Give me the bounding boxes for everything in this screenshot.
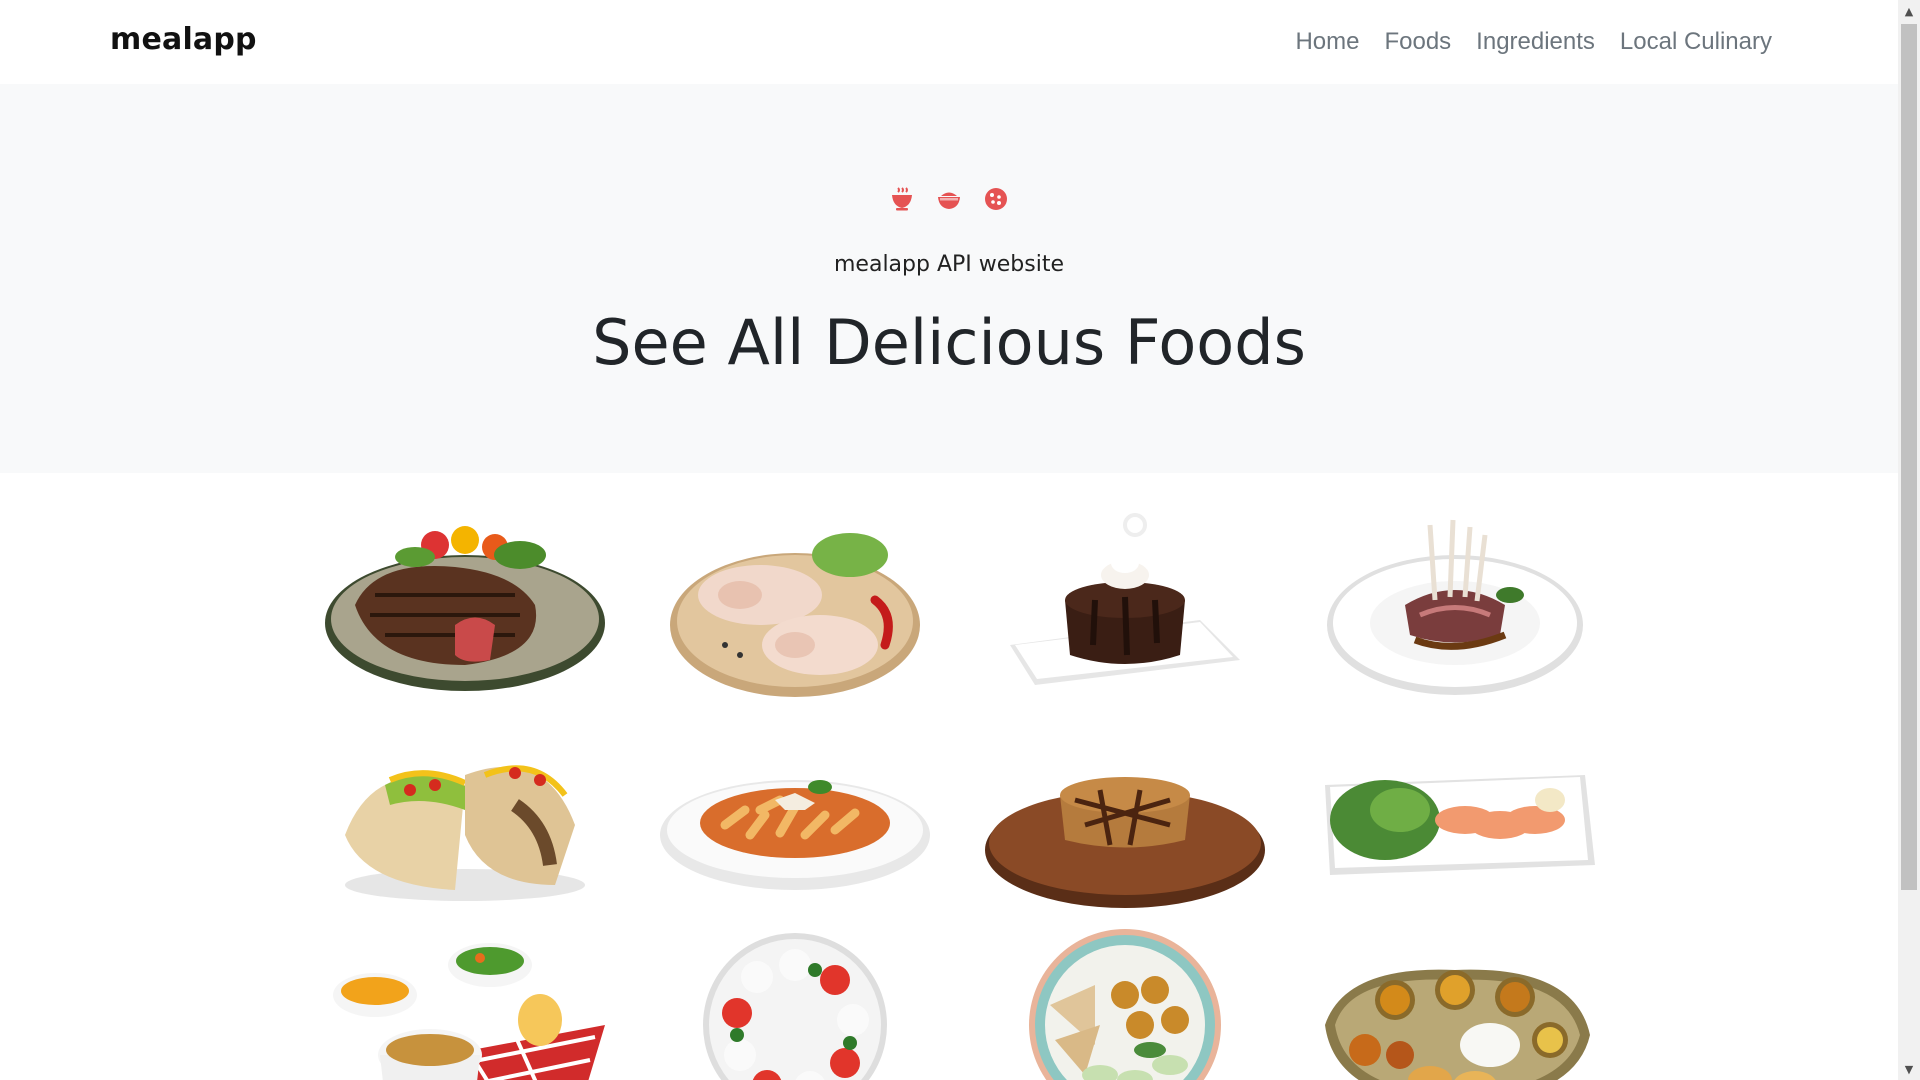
page: mealapp Home Foods Ingredients Local Cul… <box>0 0 1898 1080</box>
food-image <box>985 777 1265 908</box>
food-image <box>670 533 920 697</box>
food-card-chicken[interactable] <box>630 500 960 710</box>
food-image <box>1327 519 1583 695</box>
hero-section: mealapp API website See All Delicious Fo… <box>0 84 1898 473</box>
hero-subtitle: mealapp API website <box>834 252 1064 277</box>
nav-local-culinary[interactable]: Local Culinary <box>1620 28 1772 56</box>
food-card-tacos[interactable] <box>300 710 630 920</box>
food-card-steak[interactable] <box>300 500 630 710</box>
food-card-pita-bowl[interactable] <box>960 920 1290 1080</box>
cookie-icon <box>983 186 1009 212</box>
brand-logo[interactable]: mealapp <box>110 22 257 57</box>
scroll-up-arrow-icon[interactable]: ▲ <box>1898 0 1920 22</box>
food-card-penne[interactable] <box>630 710 960 920</box>
nav-links: Home Foods Ingredients Local Culinary <box>1270 28 1772 56</box>
food-card-side-bowls[interactable] <box>300 920 630 1080</box>
food-card-caprese[interactable] <box>630 920 960 1080</box>
mug-hot-icon <box>889 186 915 212</box>
food-image <box>1029 929 1221 1080</box>
food-image <box>325 526 605 691</box>
food-image <box>703 933 887 1080</box>
scroll-down-arrow-icon[interactable]: ▼ <box>1898 1058 1920 1080</box>
navbar: mealapp Home Foods Ingredients Local Cul… <box>0 0 1898 84</box>
food-card-salmon[interactable] <box>1290 710 1620 920</box>
nav-ingredients[interactable]: Ingredients <box>1476 28 1595 56</box>
food-card-lava-cake[interactable] <box>960 500 1290 710</box>
food-card-lamb-rack[interactable] <box>1290 500 1620 710</box>
foods-grid <box>300 500 1600 1080</box>
food-image <box>345 765 585 901</box>
nav-foods[interactable]: Foods <box>1384 28 1451 56</box>
page-title: See All Delicious Foods <box>592 306 1306 379</box>
food-image <box>1010 513 1240 685</box>
vertical-scrollbar[interactable]: ▲ ▼ <box>1898 0 1920 1080</box>
food-image <box>333 943 605 1080</box>
food-image <box>1325 775 1595 875</box>
hero-icons <box>0 186 1898 212</box>
scrollbar-thumb[interactable] <box>1901 24 1917 890</box>
food-image <box>660 780 930 890</box>
bowl-icon <box>936 186 962 212</box>
food-card-thali[interactable] <box>1290 920 1620 1080</box>
nav-home[interactable]: Home <box>1295 28 1359 56</box>
food-image <box>1325 969 1590 1080</box>
food-card-pork-chop[interactable] <box>960 710 1290 920</box>
